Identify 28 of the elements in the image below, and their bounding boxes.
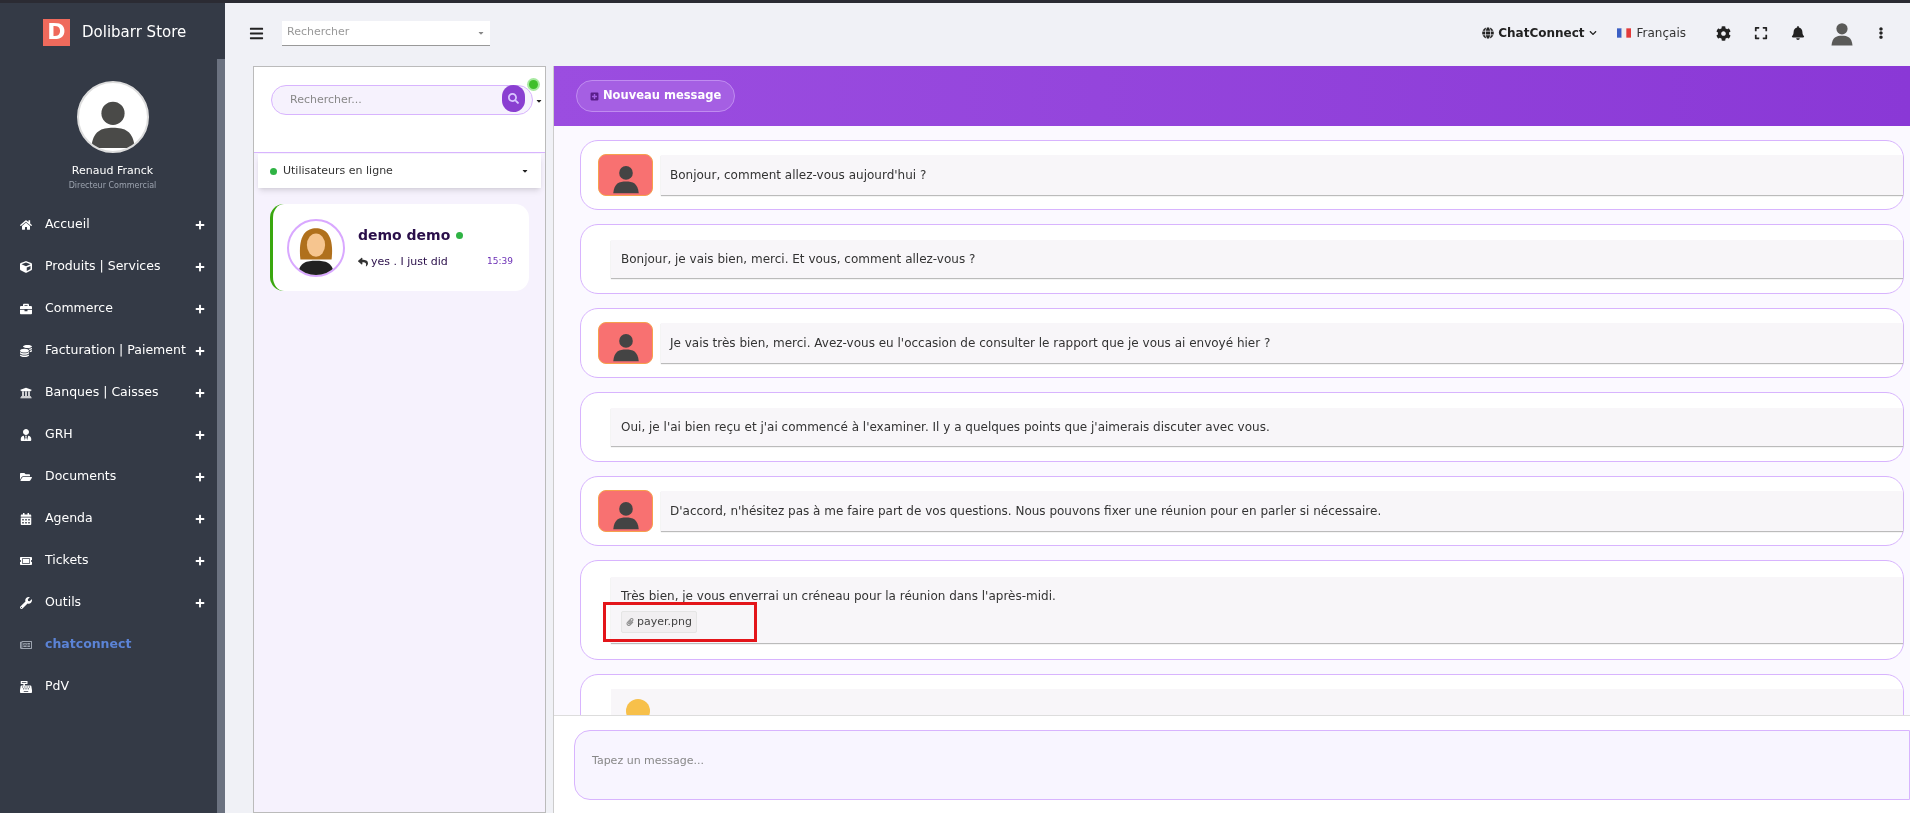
menu-item[interactable]: Produits | Services xyxy=(0,245,217,288)
menu-item[interactable]: GRH xyxy=(0,413,217,456)
contact-card[interactable]: demo demo yes . I just did 15:39 xyxy=(270,204,529,291)
language-selector[interactable]: Français xyxy=(1616,24,1686,42)
menu-item[interactable]: Commerce xyxy=(0,287,217,330)
menu-item[interactable]: Agenda xyxy=(0,497,217,540)
attachment-chip[interactable]: payer.png xyxy=(621,610,697,634)
profile-role: Directeur Commercial xyxy=(68,179,157,192)
message-text: D'accord, n'hésitez pas à me faire part de vos questions. Nous pouvons fixer une réunion pour en parler si nécessaire. xyxy=(670,503,1382,520)
menu-item[interactable]: PdV xyxy=(0,665,217,708)
message-text: Bonjour, comment allez-vous aujourd'hui ? xyxy=(670,167,927,184)
new-message-button[interactable]: Nouveau message xyxy=(576,80,736,112)
menu-item[interactable]: Tickets xyxy=(0,539,217,582)
message-time: 15:39 xyxy=(487,255,513,269)
message-text: Oui, je l'ai bien reçu et j'ai commencé à l'examiner. Il y a quelques points que j'aimerais discuter avec vous. xyxy=(621,419,1271,436)
menu-item[interactable]: Facturation | Paiement xyxy=(0,329,217,372)
menu-item[interactable]: Documents xyxy=(0,455,217,498)
message-text: Je vais très bien, merci. Avez-vous eu l'occasion de consulter le rapport que je vous ai envoyé hier ? xyxy=(670,335,1271,352)
contact-name: demo demo xyxy=(358,225,451,245)
menu-item[interactable]: Accueil xyxy=(0,203,217,246)
menu-item[interactable]: Outils xyxy=(0,581,217,624)
app-menu[interactable]: ChatConnect xyxy=(1482,24,1597,42)
profile-name: Renaud Franck xyxy=(71,163,154,179)
menu-item[interactable]: Banques | Caisses xyxy=(0,371,217,414)
filter-dropdown[interactable]: Utilisateurs en ligne xyxy=(258,154,541,188)
last-message: yes . I just did xyxy=(371,253,449,270)
brand-name: Dolibarr Store xyxy=(82,21,187,43)
message-text: Bonjour, je vais bien, merci. Et vous, comment allez-vous ? xyxy=(621,251,977,268)
